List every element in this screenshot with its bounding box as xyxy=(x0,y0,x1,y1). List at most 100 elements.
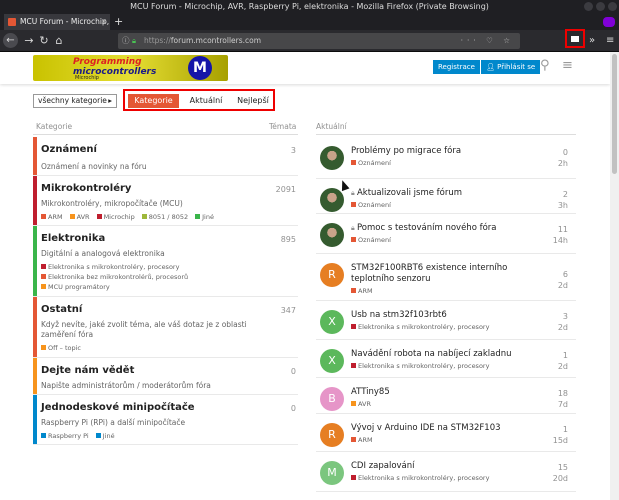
site-logo[interactable]: Programming microcontrollers Microchip M xyxy=(33,55,228,81)
user-avatar[interactable]: R xyxy=(320,263,344,287)
subcategory-link[interactable]: Jiné xyxy=(95,432,115,440)
topic-age[interactable]: 7d xyxy=(558,400,568,409)
maximize-icon[interactable] xyxy=(596,2,605,11)
subcategory-link[interactable]: Jiné xyxy=(195,213,214,221)
topic-category[interactable]: Elektronika s mikrokontroléry, procesory xyxy=(351,323,489,331)
user-avatar[interactable] xyxy=(320,223,344,247)
topic-title[interactable]: Usb na stm32f103rbt6 xyxy=(351,310,526,321)
back-button[interactable]: ← xyxy=(3,33,18,48)
topic-row[interactable]: 🔒︎ Aktualizovali jsme fórum Oznámení 2 3h xyxy=(316,179,576,214)
topic-row[interactable]: R Vývoj v Arduino IDE na STM32F103 ARM 1 15d xyxy=(316,414,576,452)
user-avatar[interactable]: M xyxy=(320,461,344,485)
topic-title[interactable]: 🔒︎ Aktualizovali jsme fórum xyxy=(351,188,526,199)
topic-row[interactable]: M CDI zapalování Elektronika s mikrokontro… xyxy=(316,452,576,492)
close-tab-icon[interactable]: × xyxy=(101,14,107,30)
close-window-icon[interactable] xyxy=(608,2,617,11)
subcategory-link[interactable]: 8051 / 8052 xyxy=(141,213,188,221)
topic-age[interactable]: 2d xyxy=(558,281,568,290)
subcategory-link[interactable]: Elektronika s mikrokontroléry, procesory xyxy=(41,263,179,271)
topic-row[interactable]: X Usb na stm32f103rbt6 Elektronika s mikro… xyxy=(316,301,576,340)
topic-row[interactable]: Problémy po migrace fóra Oznámení 0 2h xyxy=(316,137,576,179)
tab-aktualni[interactable]: Aktuální xyxy=(183,94,229,108)
topic-row[interactable]: R STM32F100RBT6 existence interního teplo… xyxy=(316,254,576,301)
subcategory-link[interactable]: AVR xyxy=(69,213,90,221)
category-name[interactable]: Ostatní xyxy=(41,304,82,315)
category-row[interactable]: Oznámení 3 Oznámení a novinky na fóru xyxy=(33,137,298,176)
overflow-icon[interactable]: » xyxy=(589,33,595,49)
topic-row[interactable]: B ATTiny85 AVR 18 7d xyxy=(316,378,576,414)
topic-age[interactable]: 2h xyxy=(558,159,568,168)
search-icon[interactable]: ⚲ xyxy=(540,58,550,73)
topic-age[interactable]: 2d xyxy=(558,362,568,371)
subcategory-link[interactable]: MCU programátory xyxy=(41,283,110,291)
reply-count: 1 xyxy=(562,425,568,434)
info-icon[interactable]: ⓘ xyxy=(122,33,130,49)
topic-category[interactable]: Oznámení xyxy=(351,201,391,209)
topic-age[interactable]: 14h xyxy=(553,236,568,245)
user-avatar[interactable]: X xyxy=(320,310,344,334)
subcategory-link[interactable]: Elektronika bez mikrokontrolérů, proceso… xyxy=(41,273,188,281)
address-bar[interactable]: ⓘ 🔒︎ https://forum.mcontrollers.com ··· … xyxy=(118,33,520,49)
topic-age[interactable]: 3h xyxy=(558,201,568,210)
reload-button[interactable]: ↻ xyxy=(37,33,51,49)
topic-category[interactable]: ARM xyxy=(351,287,373,295)
extension-button[interactable] xyxy=(565,29,585,48)
subcategory-link[interactable]: Raspberry Pi xyxy=(41,432,89,440)
category-dropdown[interactable]: všechny kategorie ▸ xyxy=(33,94,117,108)
topic-row[interactable]: 🔒︎ Pomoc s testováním nového fóra Oznámen… xyxy=(316,214,576,254)
topic-title[interactable]: CDI zapalování xyxy=(351,461,526,472)
category-name[interactable]: Elektronika xyxy=(41,233,105,244)
tab-nejlepsi[interactable]: Nejlepší xyxy=(233,94,273,108)
topic-title[interactable]: Vývoj v Arduino IDE na STM32F103 xyxy=(351,423,526,434)
category-name[interactable]: Mikrokontroléry xyxy=(41,183,131,194)
topic-category[interactable]: AVR xyxy=(351,400,371,408)
minimize-icon[interactable] xyxy=(584,2,593,11)
topic-category[interactable]: Oznámení xyxy=(351,236,391,244)
scrollbar[interactable] xyxy=(610,52,619,500)
nav-pills: Kategorie Aktuální Nejlepší xyxy=(123,89,275,111)
browser-tab[interactable]: MCU Forum - Microchip, AVR, R × xyxy=(4,14,110,30)
category-row[interactable]: Mikrokontroléry 2091 Mikrokontroléry, mikr… xyxy=(33,176,298,226)
user-avatar[interactable] xyxy=(320,146,344,170)
topic-title[interactable]: Problémy po migrace fóra xyxy=(351,146,526,157)
register-button[interactable]: Registrace xyxy=(433,60,480,74)
topic-row[interactable]: X Navádění robota na nabíjecí zakladnu Ele… xyxy=(316,340,576,378)
topic-age[interactable]: 2d xyxy=(558,323,568,332)
login-button[interactable]: 👤︎ Přihlásit se xyxy=(481,60,541,74)
menu-icon[interactable]: ≡ xyxy=(562,58,573,73)
category-name[interactable]: Dejte nám vědět xyxy=(41,365,134,376)
topic-category[interactable]: ARM xyxy=(351,436,373,444)
category-name[interactable]: Oznámení xyxy=(41,144,97,155)
topic-title[interactable]: 🔒︎ Pomoc s testováním nového fóra xyxy=(351,223,526,234)
subcategory-link[interactable]: Microchip xyxy=(96,213,135,221)
home-button[interactable]: ⌂ xyxy=(52,33,66,49)
topic-title[interactable]: ATTiny85 xyxy=(351,387,526,398)
page-actions-icon[interactable]: ··· ♡ ☆ xyxy=(461,33,514,49)
scrollbar-thumb[interactable] xyxy=(612,54,617,174)
user-avatar[interactable]: B xyxy=(320,387,344,411)
category-row[interactable]: Ostatní 347 Když nevíte, jaké zvolit téma,… xyxy=(33,297,298,358)
user-avatar[interactable]: X xyxy=(320,349,344,373)
subcategory-link[interactable]: ARM xyxy=(41,213,63,221)
logo-line1: Programming xyxy=(73,57,142,67)
topic-age[interactable]: 20d xyxy=(553,474,568,483)
user-avatar[interactable] xyxy=(320,188,344,212)
category-row[interactable]: Elektronika 895 Digitální a analogová elek… xyxy=(33,226,298,297)
topic-category[interactable]: Elektronika s mikrokontroléry, procesory xyxy=(351,474,489,482)
category-name[interactable]: Jednodeskové minipočítače xyxy=(41,402,195,413)
category-row[interactable]: Jednodeskové minipočítače 0 Raspberry Pi (… xyxy=(33,395,298,445)
category-topic-count: 0 xyxy=(290,367,296,376)
forward-button[interactable]: → xyxy=(22,33,36,49)
topic-category[interactable]: Oznámení xyxy=(351,159,391,167)
lock-icon[interactable]: 🔒︎ xyxy=(132,33,136,49)
topic-title[interactable]: STM32F100RBT6 existence interního teplot… xyxy=(351,263,526,285)
tab-kategorie[interactable]: Kategorie xyxy=(128,94,179,108)
category-row[interactable]: Dejte nám vědět 0 Napište administrátorům … xyxy=(33,358,298,395)
topic-title[interactable]: Navádění robota na nabíjecí zakladnu xyxy=(351,349,526,360)
subcategory-link[interactable]: Off – topic xyxy=(41,344,81,352)
new-tab-button[interactable]: + xyxy=(114,14,123,30)
topic-category[interactable]: Elektronika s mikrokontroléry, procesory xyxy=(351,362,489,370)
hamburger-icon[interactable]: ≡ xyxy=(606,33,614,49)
topic-age[interactable]: 15d xyxy=(553,436,568,445)
user-avatar[interactable]: R xyxy=(320,423,344,447)
